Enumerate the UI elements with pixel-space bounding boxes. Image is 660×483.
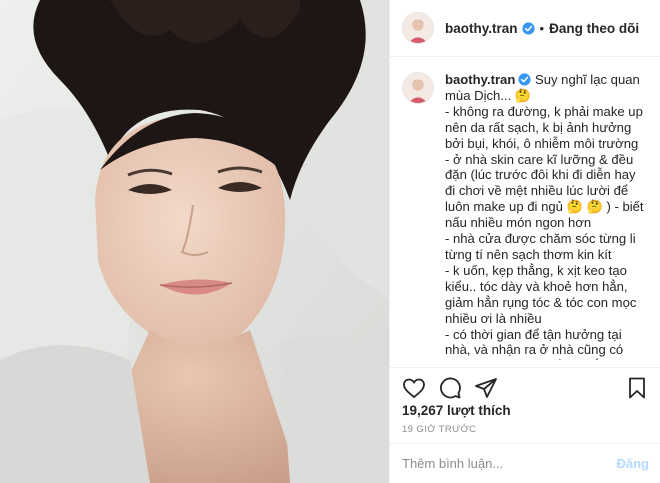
post-timestamp[interactable]: 19 GIỜ TRƯỚC: [402, 424, 476, 435]
avatar-image: [403, 13, 433, 43]
comment-bar: Đăng: [390, 443, 660, 483]
avatar-image: [403, 73, 433, 103]
verified-badge-icon: [521, 21, 535, 35]
comment-input[interactable]: [402, 456, 617, 471]
selfie-image: [0, 0, 389, 483]
caption-row: baothy.tran Suy nghĩ lạc quan mùa Dịch..…: [402, 72, 649, 360]
action-bar: [390, 367, 660, 403]
caption-body: Suy nghĩ lạc quan mùa Dịch... 🤔 - không …: [445, 72, 644, 360]
instagram-post: baothy.tran • Đang theo dõi baothy.tran …: [0, 0, 660, 483]
username-link[interactable]: baothy.tran: [445, 21, 518, 36]
bookmark-icon[interactable]: [625, 376, 649, 400]
comment-icon[interactable]: [438, 376, 462, 400]
caption-avatar[interactable]: [402, 72, 434, 104]
following-button[interactable]: Đang theo dõi: [549, 21, 639, 36]
avatar[interactable]: [402, 12, 434, 44]
separator-dot: •: [539, 20, 545, 36]
post-header: baothy.tran • Đang theo dõi: [390, 0, 660, 57]
action-spacer: [510, 376, 625, 403]
post-comment-button[interactable]: Đăng: [617, 456, 650, 471]
post-sidebar: baothy.tran • Đang theo dõi baothy.tran …: [389, 0, 660, 483]
caption-text: baothy.tran Suy nghĩ lạc quan mùa Dịch..…: [445, 72, 649, 360]
caption-username[interactable]: baothy.tran: [445, 72, 515, 87]
verified-badge-icon: [518, 73, 531, 86]
like-count[interactable]: 19,267 lượt thích: [402, 403, 511, 418]
caption-scroll-area[interactable]: baothy.tran Suy nghĩ lạc quan mùa Dịch..…: [390, 58, 660, 360]
heart-icon[interactable]: [402, 376, 426, 400]
post-photo[interactable]: [0, 0, 389, 483]
share-icon[interactable]: [474, 376, 498, 400]
